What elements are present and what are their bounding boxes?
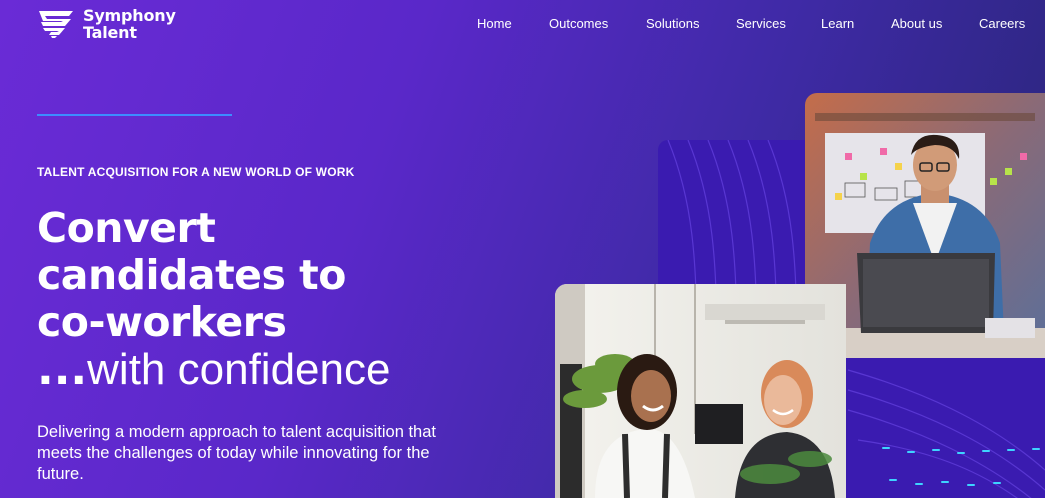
nav-item-home[interactable]: Home bbox=[477, 16, 512, 31]
brand-name: Symphony Talent bbox=[83, 7, 176, 41]
tagline-ellipsis: ... bbox=[37, 344, 88, 395]
nav-item-solutions[interactable]: Solutions bbox=[646, 16, 699, 31]
brand-name-line1: Symphony bbox=[83, 6, 176, 25]
hero-tagline: ...with confidence bbox=[37, 345, 390, 395]
headline-line-3: co-workers bbox=[37, 298, 287, 346]
two-women-laughing-photo bbox=[555, 284, 846, 498]
hero-eyebrow: TALENT ACQUISITION FOR A NEW WORLD OF WO… bbox=[37, 165, 355, 179]
headline-line-2: candidates to bbox=[37, 251, 346, 299]
nav-item-services[interactable]: Services bbox=[736, 16, 786, 31]
nav-item-outcomes[interactable]: Outcomes bbox=[549, 16, 608, 31]
accent-rule bbox=[37, 114, 232, 116]
hero-description: Delivering a modern approach to talent a… bbox=[37, 423, 436, 483]
brand-name-line2: Talent bbox=[83, 23, 137, 42]
headline-line-1: Convert bbox=[37, 204, 216, 252]
site-header: Symphony Talent Home Outcomes Solutions … bbox=[0, 0, 1045, 48]
hero-headline: Convert candidates to co-workers bbox=[37, 205, 346, 346]
nav-item-careers[interactable]: Careers bbox=[979, 16, 1025, 31]
nav-item-learn[interactable]: Learn bbox=[821, 16, 854, 31]
symphony-logo-icon bbox=[39, 11, 73, 38]
nav-item-about-us[interactable]: About us bbox=[891, 16, 942, 31]
brand-logo[interactable]: Symphony Talent bbox=[37, 7, 176, 41]
tagline-text: with confidence bbox=[87, 345, 391, 394]
